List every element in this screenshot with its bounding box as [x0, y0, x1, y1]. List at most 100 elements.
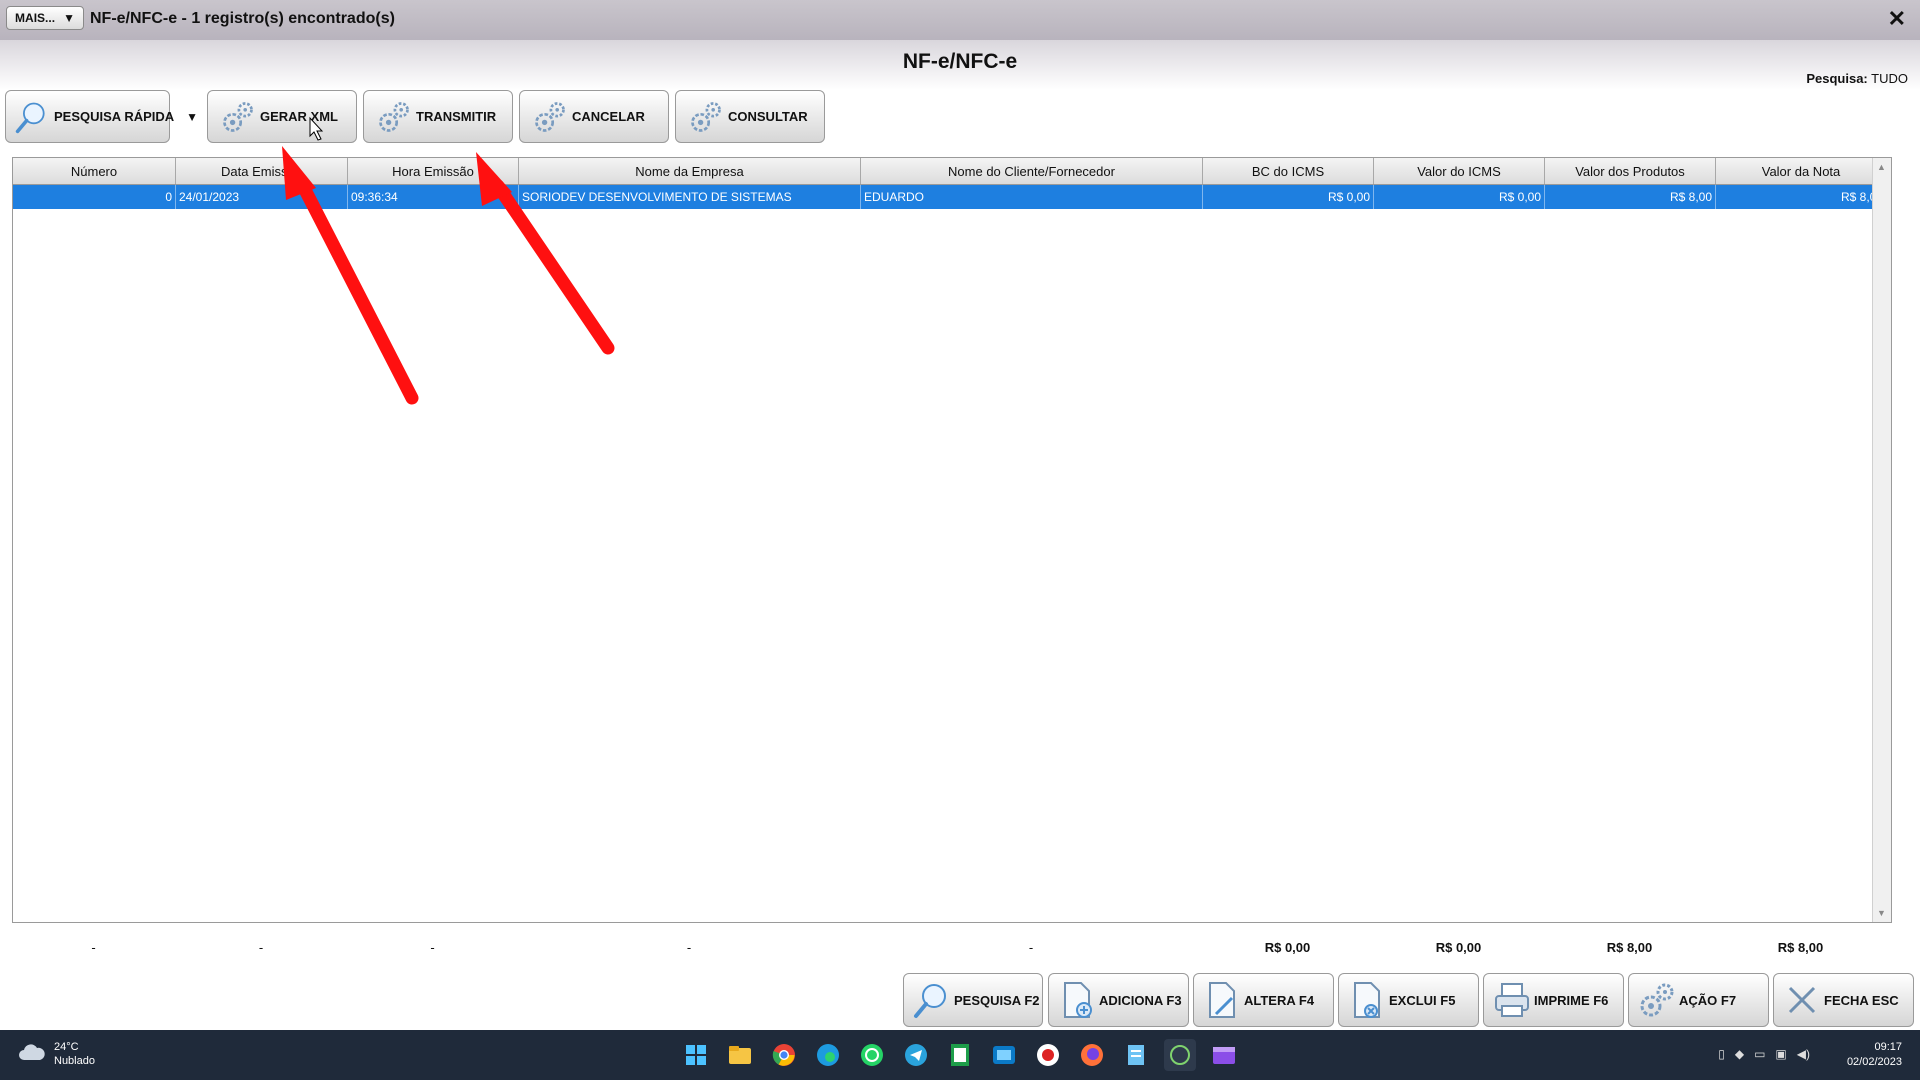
cell-empresa: SORIODEV DESENVOLVIMENTO DE SISTEMAS — [519, 185, 861, 209]
page-title: NF-e/NFC-e — [902, 50, 1018, 73]
monitor-icon[interactable]: ▣ — [1775, 1047, 1786, 1061]
telegram-icon[interactable] — [900, 1039, 932, 1071]
scroll-down-icon[interactable]: ▼ — [1877, 908, 1886, 918]
speaker-icon[interactable]: ◀) — [1797, 1047, 1810, 1061]
windows-start-icon[interactable] — [680, 1039, 712, 1071]
total-hora: - — [430, 939, 435, 955]
clock-date: 02/02/2023 — [1846, 1056, 1902, 1068]
weather-widget[interactable]: 24°C Nublado — [18, 1040, 95, 1068]
column-header-data-emissao[interactable]: Data Emissão — [176, 158, 348, 184]
search-scope: Pesquisa: TUDO — [1806, 71, 1908, 86]
dropdown-arrow-icon: ▼ — [63, 11, 75, 25]
usb-icon[interactable]: ▯ — [1718, 1047, 1725, 1061]
gear-icon — [532, 97, 568, 137]
column-header-empresa[interactable]: Nome da Empresa — [519, 158, 861, 184]
action-button-label: AÇÃO F7 — [1679, 992, 1737, 1008]
cancel-label: CANCELAR — [572, 109, 645, 124]
totals-row: - - - - - R$ 0,00 R$ 0,00 R$ 8,00 R$ 8,0… — [12, 936, 1888, 958]
cell-cliente: EDUARDO — [861, 185, 1203, 209]
column-header-bc-icms[interactable]: BC do ICMS — [1203, 158, 1374, 184]
app-icon[interactable] — [988, 1039, 1020, 1071]
generate-xml-label: GERAR XML — [260, 109, 338, 124]
vertical-scrollbar[interactable]: ▲ ▼ — [1872, 158, 1891, 922]
total-numero: - — [91, 939, 96, 955]
delete-button[interactable]: EXCLUI F5 — [1338, 973, 1479, 1027]
consult-label: CONSULTAR — [728, 109, 808, 124]
cell-data-emissao: 24/01/2023 — [176, 185, 348, 209]
cell-numero: 0 — [13, 185, 176, 209]
column-header-hora-emissao[interactable]: Hora Emissão — [348, 158, 519, 184]
chevron-down-icon[interactable]: ▼ — [186, 110, 198, 124]
temperature: 24°C — [54, 1041, 79, 1053]
close-icon — [1782, 979, 1822, 1021]
search-button[interactable]: PESQUISA F2 — [903, 973, 1043, 1027]
gear-icon — [688, 97, 724, 137]
edit-button[interactable]: ALTERA F4 — [1193, 973, 1334, 1027]
video-editor-icon[interactable] — [1208, 1039, 1240, 1071]
gear-icon — [220, 97, 256, 137]
add-button-label: ADICIONA F3 — [1099, 992, 1182, 1008]
search-scope-label: Pesquisa: — [1806, 71, 1868, 86]
edge-icon[interactable] — [812, 1039, 844, 1071]
action-button[interactable]: AÇÃO F7 — [1628, 973, 1769, 1027]
generate-xml-button[interactable]: GERAR XML — [207, 90, 357, 143]
cancel-button[interactable]: CANCELAR — [519, 90, 669, 143]
notepad-icon[interactable] — [1120, 1039, 1152, 1071]
scroll-up-icon[interactable]: ▲ — [1877, 162, 1886, 172]
cell-hora-emissao: 09:36:34 — [348, 185, 519, 209]
print-button[interactable]: IMPRIME F6 — [1483, 973, 1624, 1027]
total-bc-icms: R$ 0,00 — [1264, 939, 1311, 955]
edit-button-label: ALTERA F4 — [1244, 992, 1315, 1008]
quick-search-button[interactable]: PESQUISA RÁPIDA ▼ — [5, 90, 198, 143]
spreadsheet-icon[interactable] — [944, 1039, 976, 1071]
chrome-icon[interactable] — [768, 1039, 800, 1071]
whatsapp-icon[interactable] — [856, 1039, 888, 1071]
pinned-apps — [680, 1039, 1240, 1071]
close-icon[interactable]: ✕ — [1888, 6, 1906, 32]
cloud-icon — [18, 1042, 46, 1066]
close-button[interactable]: FECHA ESC — [1773, 973, 1914, 1027]
more-dropdown-button[interactable]: MAIS... ▼ — [6, 6, 84, 30]
delete-button-label: EXCLUI F5 — [1389, 992, 1456, 1008]
print-button-label: IMPRIME F6 — [1534, 992, 1609, 1008]
column-header-cliente[interactable]: Nome do Cliente/Fornecedor — [861, 158, 1203, 184]
app-icon[interactable] — [1032, 1039, 1064, 1071]
search-scope-value: TUDO — [1871, 71, 1908, 86]
app-icon[interactable] — [1164, 1039, 1196, 1071]
delete-document-icon — [1347, 979, 1387, 1021]
file-explorer-icon[interactable] — [724, 1039, 756, 1071]
system-tray: ▯ ◆ ▭ ▣ ◀) — [1718, 1047, 1810, 1061]
column-header-numero[interactable]: Número — [13, 158, 176, 184]
cell-valor-nota: R$ 8,00 — [1716, 185, 1887, 209]
add-document-icon — [1057, 979, 1097, 1021]
consult-button[interactable]: CONSULTAR — [675, 90, 825, 143]
edit-document-icon — [1202, 979, 1242, 1021]
cell-valor-produtos: R$ 8,00 — [1545, 185, 1716, 209]
gear-icon — [1637, 979, 1677, 1021]
column-header-valor-produtos[interactable]: Valor dos Produtos — [1545, 158, 1716, 184]
magnifier-icon — [912, 979, 952, 1021]
records-grid[interactable]: Número Data Emissão Hora Emissão Nome da… — [12, 157, 1892, 923]
magnifier-icon — [14, 97, 50, 137]
window-title: NF-e/NFC-e - 1 registro(s) encontrado(s) — [90, 10, 395, 27]
shield-icon[interactable]: ◆ — [1735, 1047, 1744, 1061]
cell-valor-icms: R$ 0,00 — [1374, 185, 1545, 209]
total-valor-produtos: R$ 8,00 — [1606, 939, 1653, 955]
total-cliente: - — [1028, 939, 1034, 955]
clock-time: 09:17 — [1874, 1041, 1902, 1053]
column-header-valor-nota[interactable]: Valor da Nota — [1716, 158, 1887, 184]
column-header-valor-icms[interactable]: Valor do ICMS — [1374, 158, 1545, 184]
clock[interactable]: 09:17 02/02/2023 — [1847, 1040, 1902, 1070]
search-button-label: PESQUISA F2 — [954, 992, 1040, 1008]
table-row[interactable]: 0 24/01/2023 09:36:34 SORIODEV DESENVOLV… — [13, 185, 1889, 209]
network-icon[interactable]: ▭ — [1754, 1047, 1765, 1061]
weather-text: Nublado — [54, 1055, 95, 1067]
cell-bc-icms: R$ 0,00 — [1203, 185, 1374, 209]
firefox-icon[interactable] — [1076, 1039, 1108, 1071]
transmit-button[interactable]: TRANSMITIR — [363, 90, 513, 143]
add-button[interactable]: ADICIONA F3 — [1048, 973, 1189, 1027]
total-empresa: - — [686, 939, 692, 955]
more-label: MAIS... — [15, 11, 56, 25]
total-valor-nota: R$ 8,00 — [1777, 939, 1824, 955]
grid-header: Número Data Emissão Hora Emissão Nome da… — [13, 158, 1889, 185]
